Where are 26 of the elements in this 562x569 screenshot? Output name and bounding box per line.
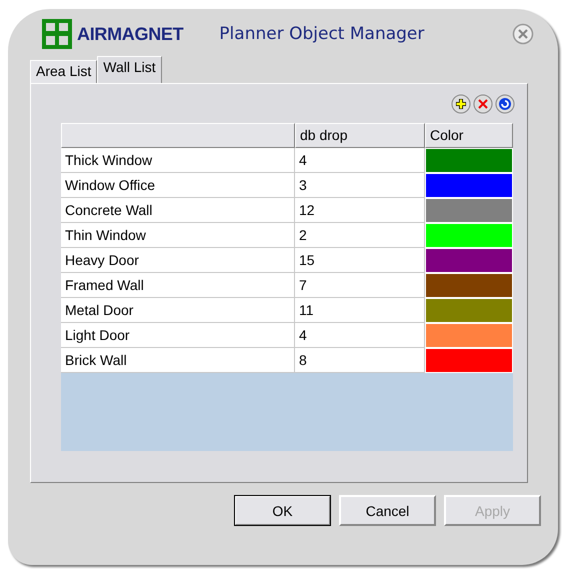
table-cell: Thick Window — [61, 148, 295, 173]
dialog-button[interactable]: OK — [234, 495, 331, 526]
table-cell: 15 — [295, 248, 425, 273]
table-cell: Metal Door — [61, 298, 295, 323]
table-cell: 4 — [295, 148, 425, 173]
table-cell: 2 — [295, 223, 425, 248]
table-cell: Light Door — [61, 323, 295, 348]
dialog-button[interactable]: Cancel — [339, 495, 436, 526]
table-cell: 12 — [295, 198, 425, 223]
table-cell: Window Office — [61, 173, 295, 198]
table-cell: 8 — [295, 348, 425, 373]
table-cell: 11 — [295, 298, 425, 323]
tab[interactable]: Area List — [30, 60, 98, 83]
table-cell: 3 — [295, 173, 425, 198]
column-header: Color — [425, 123, 513, 148]
window-title: Planner Object Manager — [219, 24, 424, 44]
logo-text: AIRMAGNET — [77, 24, 184, 44]
table-cell: Heavy Door — [61, 248, 295, 273]
table-cell: 4 — [295, 323, 425, 348]
column-header: db drop — [295, 123, 425, 148]
table-cell: Thin Window — [61, 223, 295, 248]
tab[interactable]: Wall List — [97, 56, 162, 83]
table-cell: 7 — [295, 273, 425, 298]
table-cell: Framed Wall — [61, 273, 295, 298]
table-cell: Brick Wall — [61, 348, 295, 373]
table-cell: Concrete Wall — [61, 198, 295, 223]
